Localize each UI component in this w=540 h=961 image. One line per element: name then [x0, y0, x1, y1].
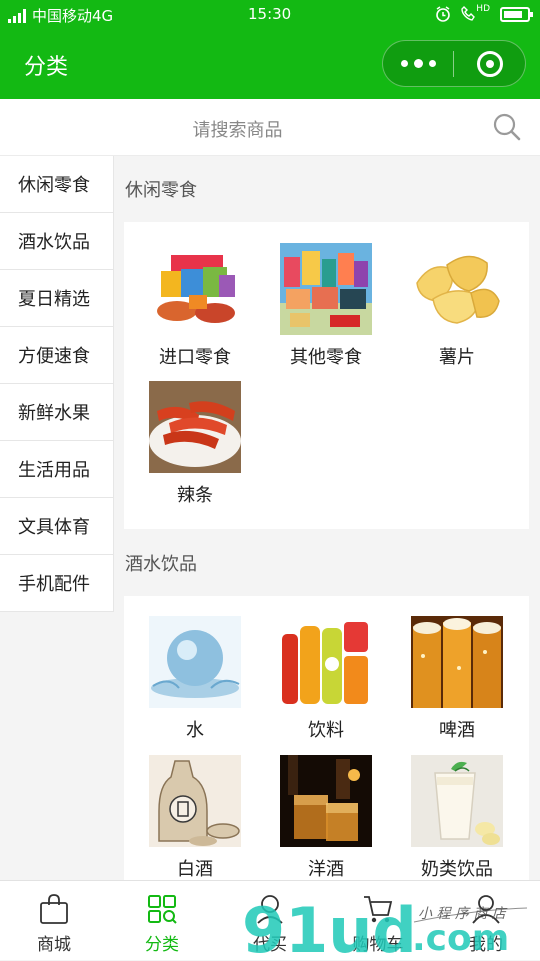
battery-icon — [500, 7, 530, 22]
product-name: 奶类饮品 — [392, 855, 522, 880]
user-icon — [470, 893, 502, 925]
product-spirits[interactable]: 洋酒 — [261, 755, 391, 880]
product-chips[interactable]: 薯片 — [392, 243, 522, 369]
miniprogram-capsule — [382, 40, 526, 87]
bag-icon — [38, 893, 70, 925]
sidebar-item-label: 手机配件 — [18, 570, 90, 596]
section-title: 酒水饮品 — [125, 550, 197, 576]
beer-image — [411, 616, 503, 708]
product-name: 饮料 — [261, 716, 391, 742]
product-name: 其他零食 — [261, 343, 391, 369]
tab-mall[interactable]: 商城 — [0, 881, 108, 961]
sidebar-item-snacks[interactable]: 休闲零食 — [0, 156, 113, 213]
product-drinks[interactable]: 饮料 — [261, 616, 391, 742]
section-title: 休闲零食 — [125, 176, 197, 202]
product-card-drinks: 水 饮料 — [124, 596, 529, 880]
carrier-label: 中国移动4G — [32, 5, 113, 26]
sidebar-item-label: 生活用品 — [18, 456, 90, 482]
call-icon — [461, 6, 475, 22]
product-name: 啤酒 — [392, 716, 522, 742]
tab-label: 商城 — [0, 930, 108, 955]
category-sidebar: 休闲零食 酒水饮品 夏日精选 方便速食 新鲜水果 生活用品 文具体育 手机配件 — [0, 156, 114, 880]
other-snacks-image — [280, 243, 372, 335]
tab-label: 分类 — [108, 930, 216, 955]
clock: 15:30 — [248, 5, 291, 23]
chips-image — [411, 243, 503, 335]
more-menu-button[interactable] — [383, 41, 453, 86]
product-name: 薯片 — [392, 343, 522, 369]
product-imported-snacks[interactable]: 进口零食 — [130, 243, 260, 369]
spirits-image — [280, 755, 372, 847]
tab-category[interactable]: 分类 — [108, 881, 216, 961]
product-card-snacks: 进口零食 其他零食 — [124, 222, 529, 529]
tab-cart[interactable]: 购物车 — [324, 881, 432, 961]
bottom-tab-bar: 商城 分类 代买 购物车 我的 — [0, 880, 540, 960]
product-water[interactable]: 水 — [130, 616, 260, 742]
baijiu-image — [149, 755, 241, 847]
product-name: 水 — [130, 716, 260, 742]
signal-icon — [8, 8, 28, 24]
cart-icon — [362, 893, 394, 925]
helper-icon — [254, 893, 286, 925]
product-baijiu[interactable]: 白酒 — [130, 755, 260, 880]
sidebar-item-stationery-sports[interactable]: 文具体育 — [0, 498, 113, 555]
sidebar-item-label: 方便速食 — [18, 342, 90, 368]
product-name: 辣条 — [130, 481, 260, 507]
status-bar: 中国移动4G 15:30 HD — [0, 0, 540, 30]
tab-buy-for-me[interactable]: 代买 — [216, 881, 324, 961]
category-content: 休闲零食 进口零食 — [114, 156, 540, 880]
search-input[interactable]: 请搜索商品 — [0, 116, 475, 142]
hd-badge: HD — [476, 4, 490, 14]
sidebar-empty-area — [0, 612, 114, 880]
spicy-strips-image — [149, 381, 241, 473]
target-close-icon — [477, 51, 503, 77]
sidebar-item-label: 酒水饮品 — [18, 228, 90, 254]
product-other-snacks[interactable]: 其他零食 — [261, 243, 391, 369]
product-spicy-strips[interactable]: 辣条 — [130, 381, 260, 507]
tab-mine[interactable]: 我的 — [432, 881, 540, 961]
more-dots-icon — [401, 60, 408, 67]
milk-drinks-image — [411, 755, 503, 847]
search-icon[interactable] — [492, 112, 522, 142]
sidebar-item-summer-picks[interactable]: 夏日精选 — [0, 270, 113, 327]
tab-label: 代买 — [216, 930, 324, 955]
product-name: 进口零食 — [130, 343, 260, 369]
sidebar-item-instant-food[interactable]: 方便速食 — [0, 327, 113, 384]
navigation-bar: 分类 — [0, 30, 540, 99]
tab-label: 我的 — [432, 930, 540, 955]
product-name: 白酒 — [130, 855, 260, 880]
alarm-icon — [435, 6, 451, 22]
drinks-image — [280, 616, 372, 708]
sidebar-item-fresh-fruit[interactable]: 新鲜水果 — [0, 384, 113, 441]
category-grid-icon — [146, 893, 178, 925]
sidebar-item-label: 文具体育 — [18, 513, 90, 539]
tab-label: 购物车 — [324, 930, 432, 955]
product-beer[interactable]: 啤酒 — [392, 616, 522, 742]
product-name: 洋酒 — [261, 855, 391, 880]
sidebar-item-drinks[interactable]: 酒水饮品 — [0, 213, 113, 270]
search-bar[interactable]: 请搜索商品 — [0, 99, 540, 156]
sidebar-item-label: 新鲜水果 — [18, 399, 90, 425]
sidebar-item-label: 休闲零食 — [18, 171, 90, 197]
close-miniprogram-button[interactable] — [454, 41, 525, 86]
product-milk-drinks[interactable]: 奶类饮品 — [392, 755, 522, 880]
page-title: 分类 — [24, 49, 68, 81]
water-image — [149, 616, 241, 708]
imported-snacks-image — [149, 243, 241, 335]
sidebar-item-label: 夏日精选 — [18, 285, 90, 311]
sidebar-item-phone-accessories[interactable]: 手机配件 — [0, 555, 113, 612]
sidebar-item-daily-goods[interactable]: 生活用品 — [0, 441, 113, 498]
